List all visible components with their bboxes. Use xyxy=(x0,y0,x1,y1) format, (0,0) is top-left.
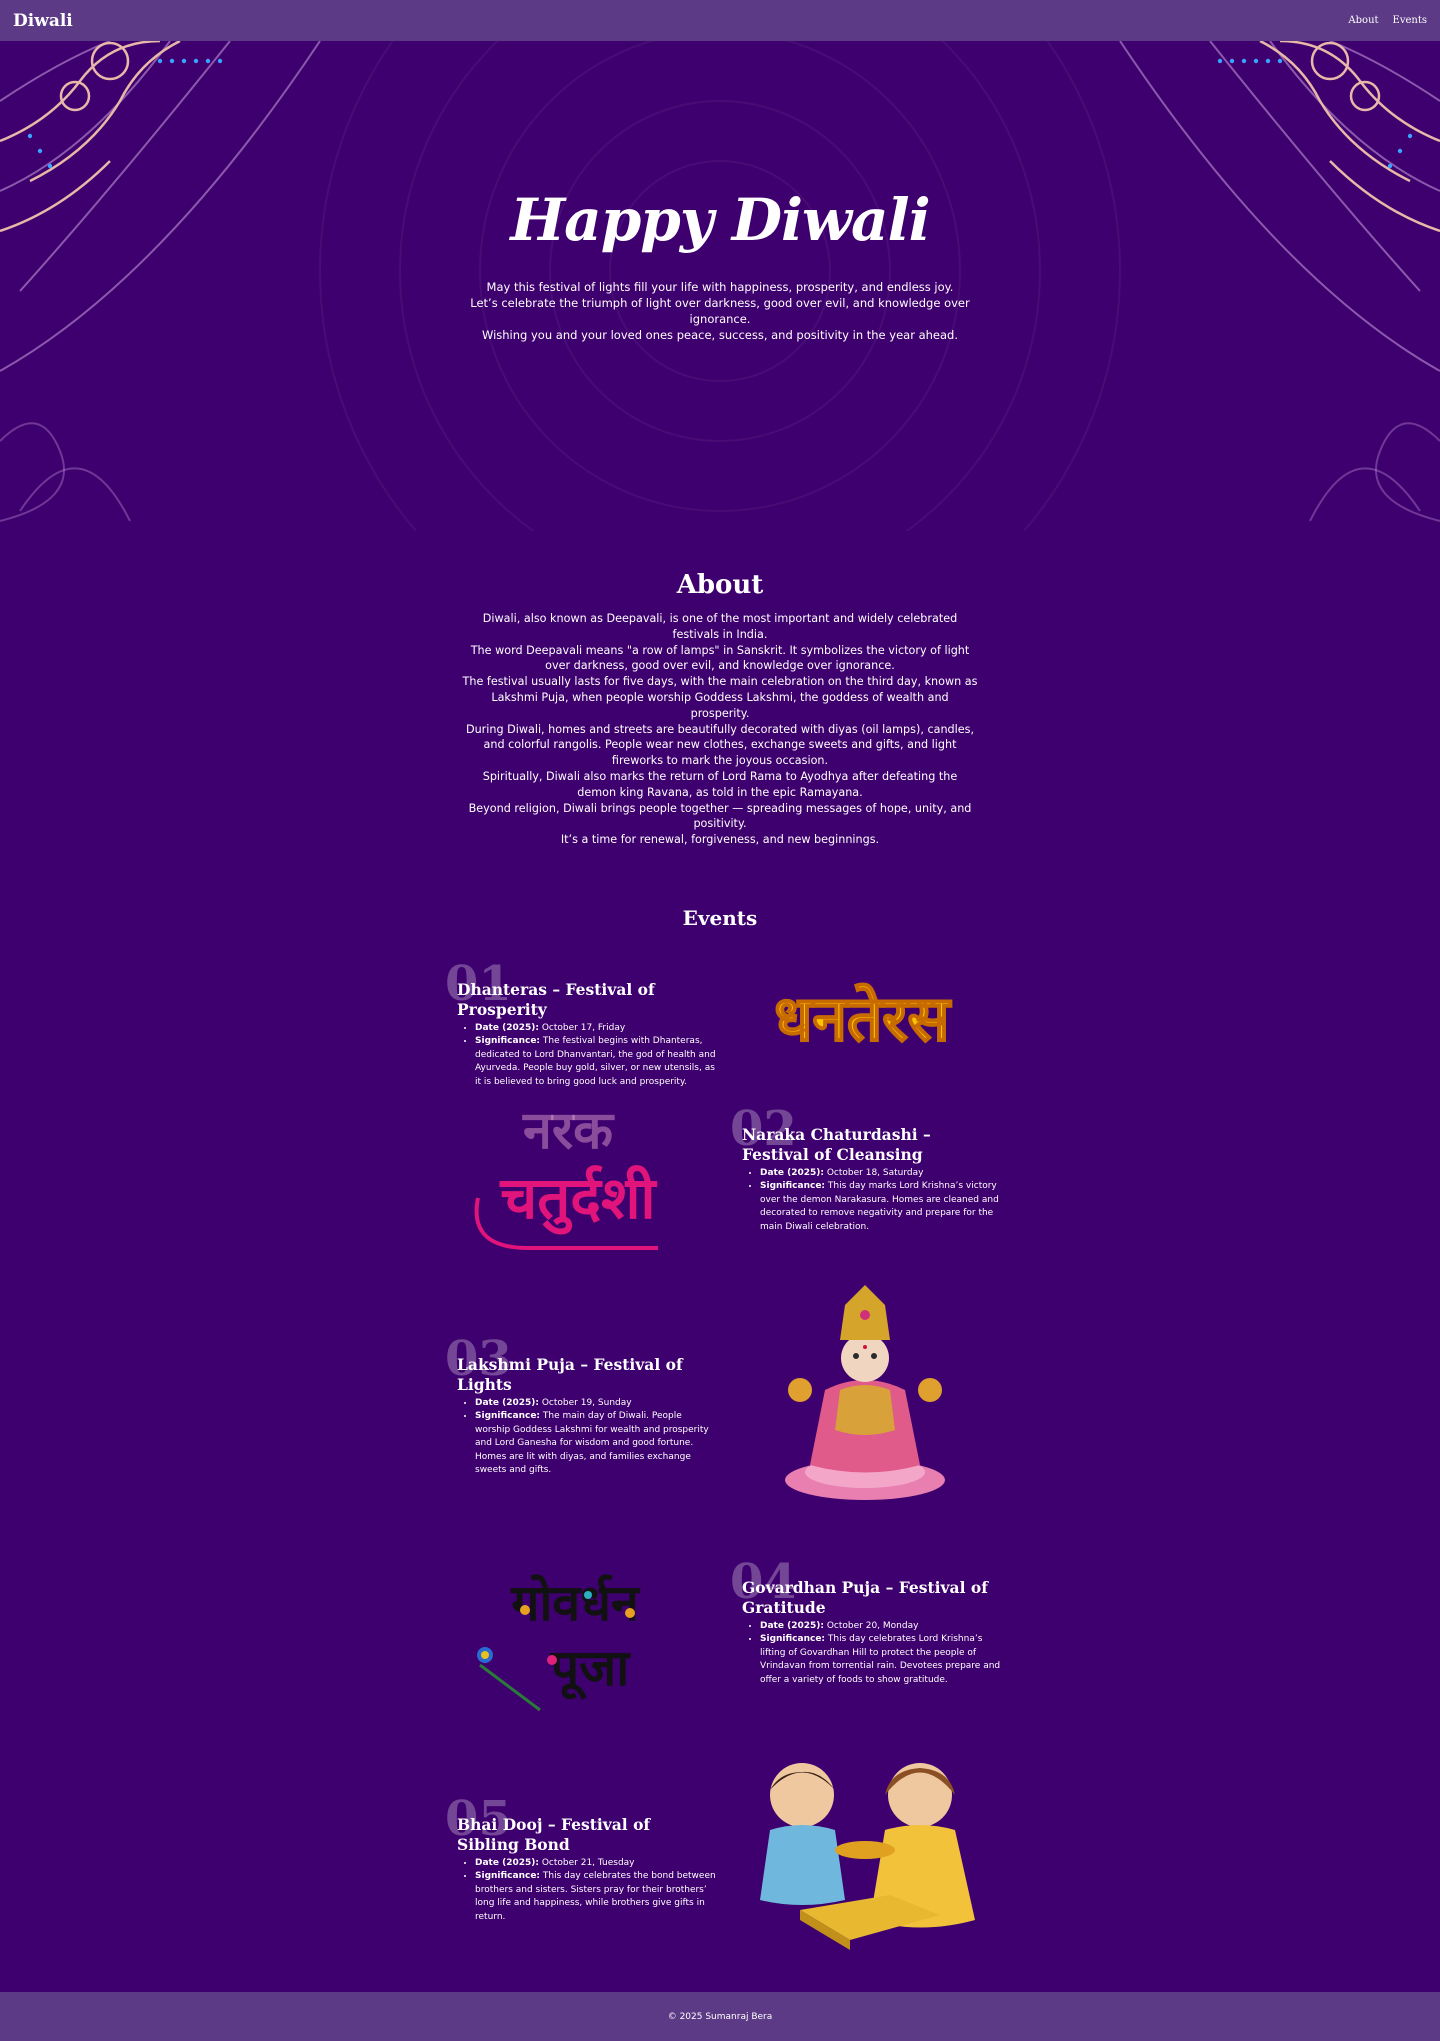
lakshmi-image xyxy=(770,1280,960,1505)
events-title: Events xyxy=(682,906,758,930)
event-significance: Significance: This day celebrates Lord K… xyxy=(760,1633,1002,1687)
event-significance: Significance: This day celebrates the bo… xyxy=(475,1870,717,1924)
top-nav: Diwali About Events xyxy=(0,0,1440,41)
about-paragraph: The word Deepavali means "a row of lamps… xyxy=(470,643,970,673)
about-paragraph: Spiritually, Diwali also marks the retur… xyxy=(482,769,958,799)
chaturdashi-lettering: चतुर्दशी xyxy=(499,1164,657,1235)
nav-link-about[interactable]: About xyxy=(1348,15,1378,26)
about-paragraph: Diwali, also known as Deepavali, is one … xyxy=(482,612,958,641)
naraka-chaturdashi-image: नरक चतुर्दशी xyxy=(458,1098,698,1258)
bhai-dooj-image xyxy=(740,1750,985,1955)
hero-line: May this festival of lights fill your li… xyxy=(486,280,954,294)
event-date: Date (2025): October 21, Tuesday xyxy=(475,1857,717,1870)
dhanteras-lettering: धनतेरस xyxy=(774,982,951,1055)
about-paragraph: During Diwali, homes and streets are bea… xyxy=(465,722,975,768)
nav-links: About Events xyxy=(1348,15,1427,26)
footer: © 2025 Sumanraj Bera xyxy=(0,1992,1440,2041)
event-card-naraka-chaturdashi: 02 Naraka Chaturdashi – Festival of Clea… xyxy=(730,1105,1002,1234)
brand-logo[interactable]: Diwali xyxy=(13,11,73,31)
event-significance: Significance: The main day of Diwali. Pe… xyxy=(475,1410,717,1477)
footer-copyright: © 2025 Sumanraj Bera xyxy=(667,2011,773,2022)
event-title: Lakshmi Puja – Festival of Lights xyxy=(457,1355,683,1394)
dhanteras-image: धनतेरस xyxy=(752,968,972,1068)
event-date: Date (2025): October 17, Friday xyxy=(475,1022,717,1035)
nav-link-events[interactable]: Events xyxy=(1393,15,1427,26)
event-card-bhai-dooj: 05 Bhai Dooj – Festival of Sibling Bond … xyxy=(445,1795,717,1924)
event-title: Bhai Dooj – Festival of Sibling Bond xyxy=(457,1815,651,1854)
event-significance: Significance: This day marks Lord Krishn… xyxy=(760,1180,1002,1234)
event-title: Naraka Chaturdashi – Festival of Cleansi… xyxy=(742,1125,931,1164)
hero-section: Happy Diwali May this festival of lights… xyxy=(0,41,1440,531)
event-title: Govardhan Puja – Festival of Gratitude xyxy=(742,1578,988,1617)
event-significance: Significance: The festival begins with D… xyxy=(475,1035,717,1089)
hero-title: Happy Diwali xyxy=(510,186,930,254)
about-paragraph: It’s a time for renewal, forgiveness, an… xyxy=(560,833,880,847)
about-title: About xyxy=(676,570,764,600)
naraka-lettering: नरक xyxy=(522,1101,615,1161)
event-card-dhanteras: 01 Dhanteras – Festival of Prosperity Da… xyxy=(445,960,717,1089)
event-date: Date (2025): October 20, Monday xyxy=(760,1620,1002,1633)
govardhan-puja-image: गोवर्धन पूजा xyxy=(460,1525,700,1725)
govardhan-lettering: गोवर्धन xyxy=(510,1574,641,1632)
event-card-govardhan-puja: 04 Govardhan Puja – Festival of Gratitud… xyxy=(730,1558,1002,1687)
about-paragraph: Beyond religion, Diwali brings people to… xyxy=(468,801,972,831)
hero-line: Let’s celebrate the triumph of light ove… xyxy=(470,296,970,326)
event-date: Date (2025): October 18, Saturday xyxy=(760,1167,1002,1180)
event-card-lakshmi-puja: 03 Lakshmi Puja – Festival of Lights Dat… xyxy=(445,1335,717,1477)
about-paragraph: The festival usually lasts for five days… xyxy=(462,675,978,720)
about-text: Diwali, also known as Deepavali, is one … xyxy=(462,611,978,848)
event-date: Date (2025): October 19, Sunday xyxy=(475,1397,717,1410)
hero-message: May this festival of lights fill your li… xyxy=(470,279,970,343)
hero-line: Wishing you and your loved ones peace, s… xyxy=(481,328,959,342)
puja-lettering: पूजा xyxy=(550,1639,631,1700)
event-title: Dhanteras – Festival of Prosperity xyxy=(457,980,655,1019)
